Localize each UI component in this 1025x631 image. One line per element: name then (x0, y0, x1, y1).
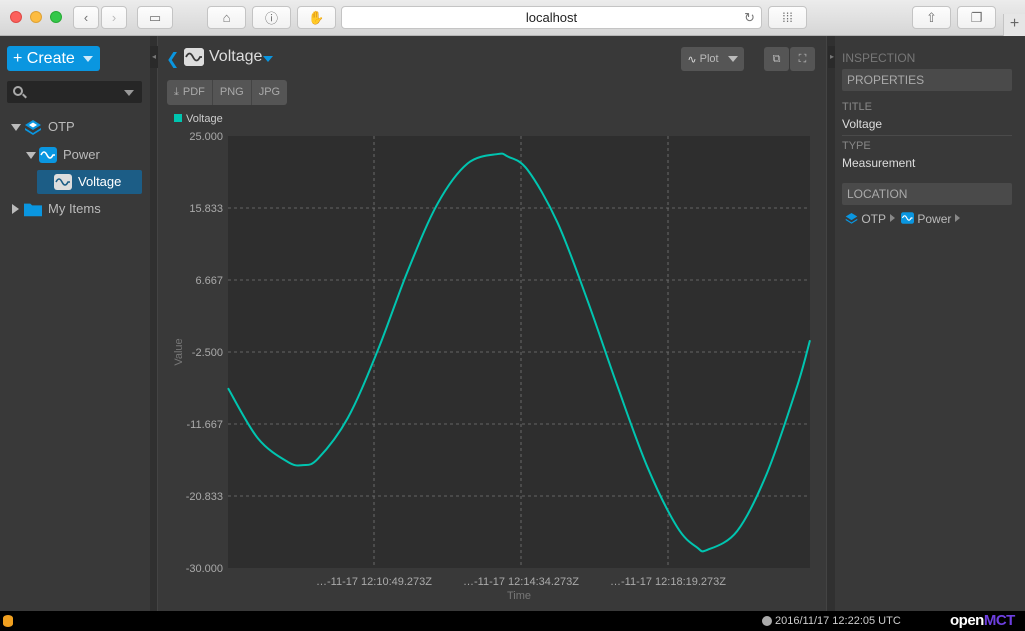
tree-item-voltage[interactable]: Voltage (37, 170, 142, 194)
chevron-right-icon (955, 214, 961, 222)
location-label: OTP (861, 212, 887, 226)
x-axis-label: Time (507, 590, 531, 602)
y-tick-label: -2.500 (192, 347, 223, 359)
y-tick-label: -20.833 (186, 491, 223, 503)
y-tick-label: 15.833 (189, 203, 223, 215)
y-tick-label: -11.667 (187, 419, 224, 431)
tree-label: Voltage (78, 174, 122, 189)
search-input[interactable] (29, 83, 119, 101)
url-text: localhost (525, 10, 578, 25)
tree-item-otp[interactable]: OTP (7, 115, 147, 139)
chevron-right-icon (890, 214, 896, 222)
plot-area[interactable]: 25.000 15.833 6.667 -2.500 -11.667 -20.833 -30… (158, 36, 826, 611)
browser-toolbar: ‹ › ▭ ⌂ ⓘ ✋ localhost ↻ ⁞⁞⁞ ⇧ ❐ + (0, 0, 1025, 36)
title-label: TITLE (842, 101, 872, 113)
x-tick-label: …-11-17 12:18:19.273Z (610, 576, 726, 588)
forward-button[interactable]: › (101, 6, 127, 29)
tree-label: My Items (48, 201, 101, 216)
folder-icon (24, 203, 42, 217)
object-view: ❮ Voltage ∿ Plot ⧉ ⛶ ⤓ PDF PNG JPG Voltag… (158, 36, 826, 611)
grid-icon: ⁞⁞⁞ (782, 10, 793, 25)
chevron-right-icon: › (111, 10, 117, 25)
hand-icon: ✋ (308, 9, 325, 25)
type-label: TYPE (842, 140, 871, 152)
telemetry-icon (901, 212, 914, 224)
home-button[interactable]: ⌂ (207, 6, 246, 29)
inspector-panel: INSPECTION PROPERTIES TITLE Voltage TYPE… (835, 36, 1025, 611)
address-bar[interactable]: localhost ↻ (341, 6, 762, 29)
chevron-left-icon: ‹ (83, 10, 89, 25)
back-button[interactable]: ‹ (73, 6, 99, 29)
new-tab-button[interactable]: + (1003, 14, 1025, 36)
x-tick-label: …-11-17 12:10:49.273Z (316, 576, 432, 588)
right-pane-splitter[interactable]: ▸ (826, 36, 836, 611)
create-label: Create (26, 50, 75, 67)
location-label: Power (917, 212, 952, 226)
search-box[interactable] (7, 81, 142, 103)
left-pane-splitter[interactable]: ◂ (150, 36, 158, 611)
sidebar-toggle-button[interactable]: ▭ (137, 6, 173, 29)
info-icon: ⓘ (264, 11, 278, 26)
close-window-button[interactable] (10, 11, 22, 23)
y-tick-label: 25.000 (189, 131, 223, 143)
y-tick-label: -30.000 (186, 563, 223, 575)
layers-icon (25, 120, 41, 135)
telemetry-icon (39, 147, 57, 163)
inspector-heading: INSPECTION (842, 51, 916, 65)
tree-label: Power (63, 147, 100, 162)
home-icon: ⌂ (222, 10, 231, 25)
telemetry-icon (54, 174, 72, 190)
logo-part-b: MCT (983, 612, 1016, 629)
plus-icon: + (13, 50, 23, 67)
create-button[interactable]: + Create (7, 46, 100, 71)
tabs-icon: ❐ (970, 9, 983, 25)
search-options-icon[interactable] (124, 90, 134, 96)
plus-icon: + (1009, 15, 1020, 32)
clock-icon (762, 616, 772, 626)
tree-label: OTP (48, 119, 75, 134)
share-icon: ⇧ (926, 9, 937, 25)
zoom-window-button[interactable] (50, 11, 62, 23)
divider (842, 135, 1012, 136)
expand-arrow-icon[interactable] (11, 124, 21, 131)
tree-item-my-items[interactable]: My Items (7, 197, 147, 221)
tree-item-power[interactable]: Power (22, 143, 142, 167)
location-header: LOCATION (842, 183, 1012, 205)
expand-arrow-icon[interactable] (26, 152, 36, 159)
y-axis-label: Value (173, 338, 185, 365)
collapse-left-icon[interactable]: ◂ (150, 46, 158, 68)
minimize-window-button[interactable] (30, 11, 42, 23)
logo-part-a: open (950, 612, 984, 629)
tree-panel: + Create OTP Power Voltage My Items (0, 36, 150, 611)
info-button[interactable]: ⓘ (252, 6, 291, 29)
properties-header: PROPERTIES (842, 69, 1012, 91)
utc-time: 2016/11/17 12:22:05 UTC (775, 615, 901, 627)
tabs-button[interactable]: ❐ (957, 6, 996, 29)
extension-button[interactable]: ✋ (297, 6, 336, 29)
share-button[interactable]: ⇧ (912, 6, 951, 29)
location-item-otp[interactable]: OTP (845, 212, 896, 226)
reload-icon[interactable]: ↻ (744, 7, 755, 28)
caret-down-icon (83, 56, 93, 62)
openmct-logo[interactable]: openMCT (950, 612, 1015, 629)
top-sites-button[interactable]: ⁞⁞⁞ (768, 6, 807, 29)
search-icon (13, 86, 23, 96)
database-icon[interactable] (3, 615, 13, 627)
sidebar-icon: ▭ (148, 9, 162, 25)
layers-icon (845, 212, 858, 224)
location-item-power[interactable]: Power (901, 212, 961, 226)
status-bar: 2016/11/17 12:22:05 UTC openMCT (0, 611, 1025, 631)
title-value: Voltage (842, 117, 883, 131)
y-tick-label: 6.667 (195, 275, 223, 287)
expand-arrow-icon[interactable] (12, 204, 19, 214)
x-tick-label: …-11-17 12:14:34.273Z (463, 576, 579, 588)
type-value: Measurement (842, 156, 916, 170)
